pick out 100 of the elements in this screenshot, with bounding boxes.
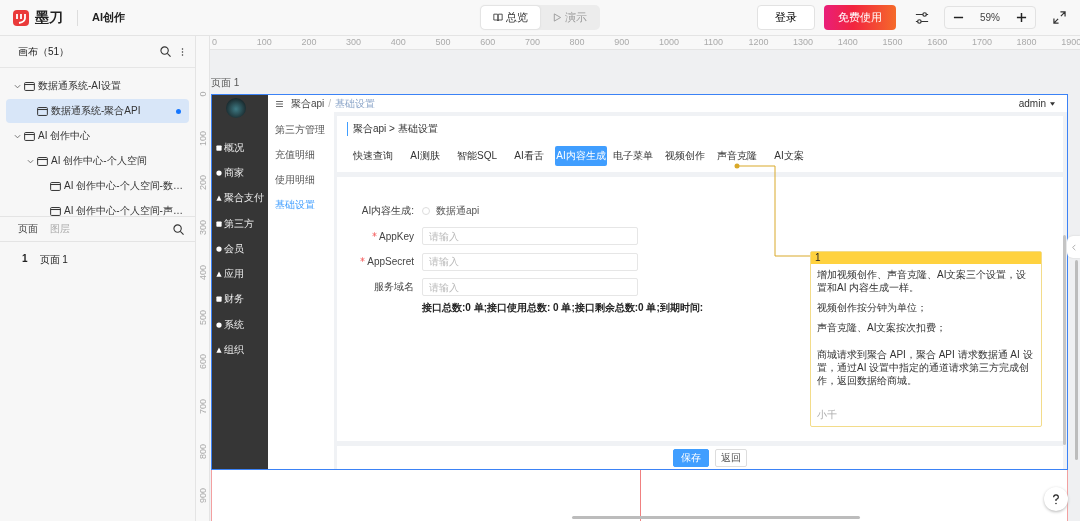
ruler-label: 1400 bbox=[837, 37, 858, 47]
page-icon bbox=[50, 206, 61, 216]
ruler-label: 900 bbox=[198, 489, 208, 504]
ruler-label: 1700 bbox=[971, 37, 992, 47]
menu-icon bbox=[216, 271, 222, 278]
ruler-label: 100 bbox=[198, 131, 208, 146]
ruler-label: 1800 bbox=[1016, 37, 1037, 47]
sliders-icon[interactable] bbox=[915, 10, 929, 25]
sidebar-item[interactable]: 第三方 bbox=[212, 210, 254, 237]
scrollbar[interactable] bbox=[1075, 260, 1078, 460]
note-number: 1 bbox=[815, 252, 821, 263]
input-field[interactable]: 请输入 bbox=[422, 278, 638, 297]
menu-icon bbox=[216, 296, 222, 303]
page-number: 1 bbox=[22, 253, 28, 266]
input-field[interactable]: 请输入 bbox=[422, 252, 638, 271]
menu-icon bbox=[216, 144, 222, 151]
ruler-label: 700 bbox=[198, 399, 208, 414]
tree-item[interactable]: AI 创作中心-个人空间-数… bbox=[6, 174, 189, 198]
ruler-label: 1000 bbox=[659, 37, 680, 47]
tree-item[interactable]: AI 创作中心-个人空间-声… bbox=[6, 199, 189, 216]
ruler-label: 500 bbox=[435, 37, 451, 47]
page-list-item[interactable]: 页面 1 bbox=[39, 253, 68, 267]
ruler-label: 400 bbox=[390, 37, 406, 47]
ruler-label: 600 bbox=[480, 37, 496, 47]
canvas-header: 画布（51） bbox=[18, 44, 70, 59]
tree-item[interactable]: AI 创作中心 bbox=[6, 124, 189, 148]
tree-item[interactable]: 数据通系统-聚合API bbox=[6, 99, 189, 123]
field-label: AppSecret bbox=[367, 256, 414, 268]
ruler-label: 0 bbox=[212, 37, 217, 47]
collapse-handle[interactable] bbox=[1067, 236, 1080, 258]
breadcrumb-link[interactable]: 聚合api bbox=[291, 96, 325, 111]
caret-icon[interactable] bbox=[1050, 101, 1055, 106]
sidebar-item[interactable]: 商家 bbox=[212, 160, 244, 186]
login-button[interactable]: 登录 bbox=[757, 5, 815, 30]
ruler-label: 300 bbox=[346, 37, 362, 47]
ruler-label: 1200 bbox=[748, 37, 769, 47]
page-icon bbox=[37, 106, 48, 116]
ruler-label: 700 bbox=[524, 37, 540, 47]
ruler-label: 1300 bbox=[793, 37, 814, 47]
note-paragraph: 增加视频创作、声音克隆、AI文案三个设置，设置和AI 内容生成一样。 bbox=[817, 268, 1028, 294]
free-use-button[interactable]: 免费使用 bbox=[824, 5, 896, 30]
page-icon bbox=[24, 131, 35, 141]
zoom-in-icon[interactable] bbox=[1016, 12, 1027, 23]
ruler-label: 1500 bbox=[882, 37, 903, 47]
panel-tab[interactable]: 页面 bbox=[18, 222, 38, 236]
tree-item[interactable]: 数据通系统-AI设置 bbox=[6, 74, 189, 98]
menu-icon bbox=[216, 220, 222, 227]
sidebar-item[interactable]: 聚合支付 bbox=[212, 185, 264, 211]
menu-icon bbox=[216, 169, 222, 176]
page-icon bbox=[50, 181, 61, 191]
menu-icon[interactable] bbox=[276, 100, 283, 107]
search-icon[interactable] bbox=[173, 223, 184, 235]
scrollbar[interactable] bbox=[572, 516, 860, 519]
input-field[interactable]: 请输入 bbox=[422, 227, 638, 246]
breadcrumb-current: 基础设置 bbox=[335, 96, 376, 111]
sidebar-item[interactable]: 组织 bbox=[212, 337, 244, 363]
sidebar-item[interactable]: 系统 bbox=[212, 312, 244, 338]
ruler-label: 300 bbox=[198, 221, 208, 236]
user-menu[interactable]: admin bbox=[1018, 98, 1046, 109]
breadcrumb-separator: / bbox=[328, 98, 332, 109]
search-icon[interactable] bbox=[160, 46, 171, 57]
more-icon[interactable] bbox=[181, 46, 184, 57]
avatar-icon bbox=[226, 98, 246, 118]
sidebar-item[interactable]: 应用 bbox=[212, 261, 244, 287]
panel-breadcrumb: 聚合api > 基础设置 bbox=[347, 122, 1063, 136]
note-paragraph: 视频创作按分钟为单位； bbox=[817, 301, 928, 314]
submenu-item[interactable]: 使用明细 bbox=[268, 173, 334, 198]
ruler-label: 500 bbox=[198, 310, 208, 325]
ruler-label: 800 bbox=[198, 444, 208, 459]
note-paragraph: 声音克隆、AI文案按次扣费； bbox=[817, 321, 948, 334]
tree-item[interactable]: AI 创作中心-个人空间 bbox=[6, 149, 189, 173]
play-icon bbox=[552, 13, 562, 22]
sidebar-item[interactable]: 财务 bbox=[212, 286, 244, 313]
ruler-label: 1100 bbox=[703, 37, 724, 47]
menu-icon bbox=[216, 321, 222, 328]
submenu-item[interactable]: 充值明细 bbox=[268, 148, 334, 173]
fullscreen-icon[interactable] bbox=[1053, 11, 1066, 24]
ruler-label: 400 bbox=[198, 265, 208, 280]
sidebar-item[interactable]: 会员 bbox=[212, 236, 244, 262]
menu-icon bbox=[216, 195, 222, 202]
submenu-item[interactable]: 第三方管理 bbox=[268, 123, 334, 148]
usage-summary: 接口总数:0 单;接口使用总数: 0 单;接口剩余总数:0 单;到期时间: bbox=[422, 302, 704, 313]
sidebar-item[interactable]: 概况 bbox=[212, 135, 244, 161]
ruler-label: 100 bbox=[256, 37, 272, 47]
page-icon bbox=[37, 156, 48, 166]
menu-icon bbox=[216, 347, 222, 353]
scrollbar[interactable] bbox=[1063, 235, 1066, 445]
logo-icon bbox=[13, 9, 29, 26]
document-title: AI创作 bbox=[92, 10, 125, 25]
view-tab[interactable]: 总览 bbox=[481, 6, 540, 29]
zoom-level: 59% bbox=[980, 12, 1000, 23]
ruler-label: 1600 bbox=[927, 37, 948, 47]
back-button[interactable]: 返回 bbox=[715, 448, 747, 467]
field-label: 服务域名 bbox=[374, 281, 414, 293]
ruler-label: 900 bbox=[614, 37, 630, 47]
ruler-label: 200 bbox=[198, 176, 208, 191]
ruler-label: 200 bbox=[301, 37, 317, 47]
artboard-label: 页面 1 bbox=[211, 77, 240, 88]
page-icon bbox=[24, 81, 35, 91]
radio-label[interactable]: 数据通api bbox=[436, 203, 480, 218]
